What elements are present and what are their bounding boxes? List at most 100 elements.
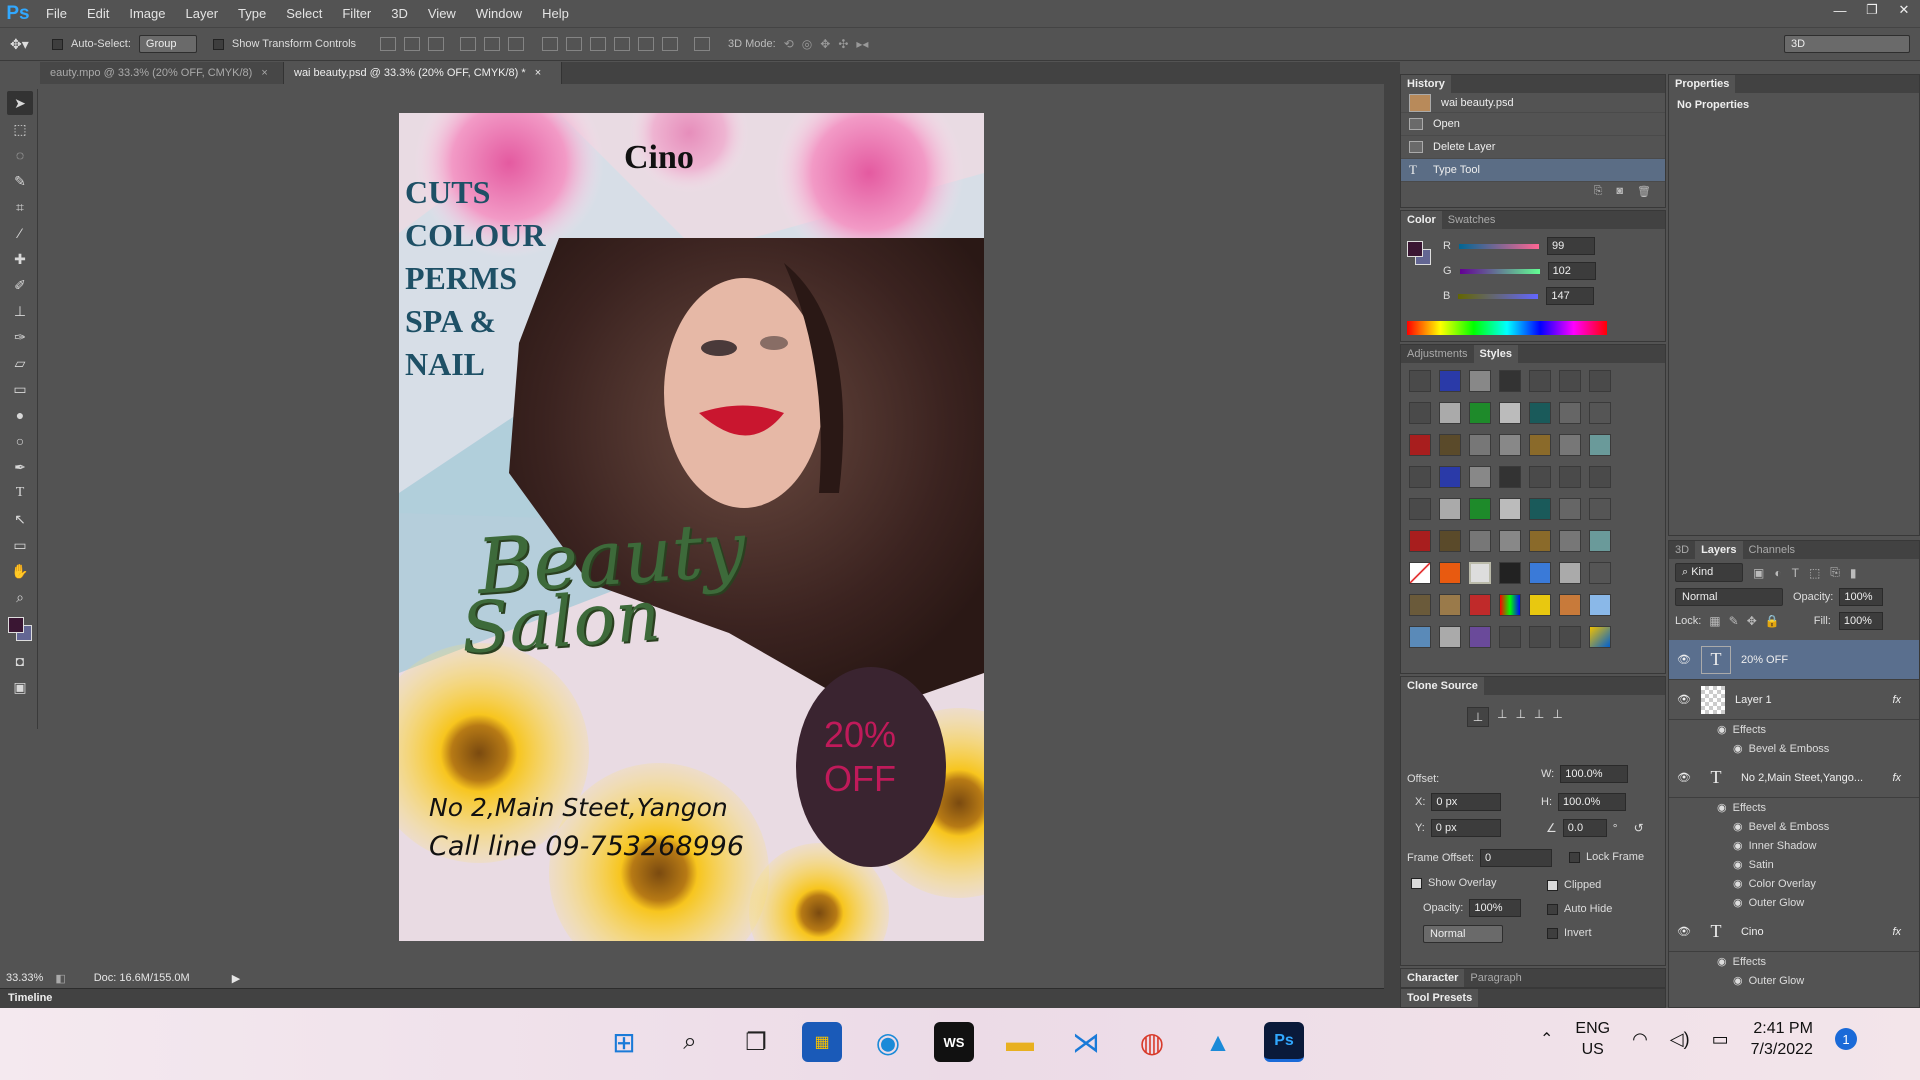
language-indicator[interactable]: ENG US xyxy=(1575,1018,1610,1060)
style-swatch[interactable] xyxy=(1499,530,1521,552)
lasso-tool-icon[interactable]: ◌ xyxy=(7,143,33,167)
style-swatch[interactable] xyxy=(1409,402,1431,424)
dodge-tool-icon[interactable]: ○ xyxy=(7,429,33,453)
style-swatch[interactable] xyxy=(1499,466,1521,488)
distribute-vcenter-icon[interactable] xyxy=(566,37,583,51)
lock-position-icon[interactable]: ✥ xyxy=(1747,614,1757,628)
menu-filter[interactable]: Filter xyxy=(332,0,381,27)
style-swatch[interactable] xyxy=(1559,530,1581,552)
auto-hide-checkbox[interactable] xyxy=(1547,903,1558,915)
search-icon[interactable]: ⌕ xyxy=(670,1022,710,1062)
clone-source-2-icon[interactable]: ⊥ xyxy=(1497,707,1507,727)
effect-item[interactable]: ◉ Bevel & Emboss xyxy=(1669,739,1919,758)
menu-view[interactable]: View xyxy=(418,0,466,27)
menu-file[interactable]: File xyxy=(36,0,77,27)
webstorm-icon[interactable]: WS xyxy=(934,1022,974,1062)
style-swatch[interactable] xyxy=(1499,594,1521,616)
visibility-eye-icon[interactable]: 👁 xyxy=(1677,653,1691,666)
style-swatch[interactable] xyxy=(1409,562,1431,584)
style-swatch[interactable] xyxy=(1499,498,1521,520)
effect-eye-icon[interactable]: ◉ xyxy=(1733,839,1743,852)
menu-type[interactable]: Type xyxy=(228,0,276,27)
invert-checkbox[interactable] xyxy=(1547,927,1558,939)
channel-value[interactable]: 102 xyxy=(1547,262,1596,280)
effect-item[interactable]: ◉ Inner Shadow xyxy=(1669,836,1919,855)
style-swatch[interactable] xyxy=(1469,370,1491,392)
tab-channels[interactable]: Channels xyxy=(1743,541,1801,559)
clone-source-1-icon[interactable]: ⊥ xyxy=(1467,707,1489,727)
style-swatch[interactable] xyxy=(1469,594,1491,616)
style-swatch[interactable] xyxy=(1439,402,1461,424)
filter-smart-object-icon[interactable]: ⎘ xyxy=(1830,565,1840,580)
history-item[interactable]: Delete Layer xyxy=(1401,136,1665,159)
tab-clone-source[interactable]: Clone Source xyxy=(1401,677,1484,695)
3d-scale-icon[interactable]: ▸◂ xyxy=(856,37,868,51)
style-swatch[interactable] xyxy=(1559,402,1581,424)
channel-slider[interactable] xyxy=(1458,243,1539,249)
start-icon[interactable]: ⊞ xyxy=(604,1022,644,1062)
style-swatch[interactable] xyxy=(1469,434,1491,456)
tab-styles[interactable]: Styles xyxy=(1473,345,1518,363)
style-swatch[interactable] xyxy=(1439,626,1461,648)
distribute-top-icon[interactable] xyxy=(542,37,559,51)
channel-value[interactable]: 147 xyxy=(1546,287,1595,305)
style-swatch[interactable] xyxy=(1529,402,1551,424)
channel-value[interactable]: 99 xyxy=(1546,237,1595,255)
auto-select-checkbox[interactable] xyxy=(52,38,63,50)
style-swatch[interactable] xyxy=(1409,370,1431,392)
overlay-opacity-field[interactable]: 100% xyxy=(1469,899,1522,917)
notification-badge[interactable]: 1 xyxy=(1834,1028,1857,1050)
style-swatch[interactable] xyxy=(1529,626,1551,648)
filter-type-icon[interactable]: T xyxy=(1792,566,1799,580)
style-swatch[interactable] xyxy=(1559,498,1581,520)
style-swatch[interactable] xyxy=(1409,434,1431,456)
menu-help[interactable]: Help xyxy=(532,0,579,27)
style-swatch[interactable] xyxy=(1439,530,1461,552)
style-swatch[interactable] xyxy=(1469,562,1491,584)
clipped-checkbox[interactable] xyxy=(1547,879,1558,891)
3d-slide-icon[interactable]: ✣ xyxy=(838,37,848,51)
effect-item[interactable]: ◉ Color Overlay xyxy=(1669,874,1919,893)
style-swatch[interactable] xyxy=(1499,402,1521,424)
style-swatch[interactable] xyxy=(1469,530,1491,552)
style-swatch[interactable] xyxy=(1439,466,1461,488)
tab-swatches[interactable]: Swatches xyxy=(1442,211,1502,229)
effect-eye-icon[interactable]: ◉ xyxy=(1733,820,1743,833)
auto-select-dropdown[interactable]: Group xyxy=(138,35,197,53)
close-icon[interactable]: ✕ xyxy=(1888,0,1920,20)
close-icon[interactable]: × xyxy=(261,67,267,79)
brush-tool-icon[interactable]: ✐ xyxy=(7,273,33,297)
layer-row[interactable]: 👁 T No 2,Main Steet,Yango... fx xyxy=(1669,758,1919,798)
tab-color[interactable]: Color xyxy=(1401,211,1442,229)
effect-item[interactable]: ◉ Outer Glow xyxy=(1669,893,1919,912)
effects-eye-icon[interactable]: ◉ xyxy=(1717,955,1727,968)
style-swatch[interactable] xyxy=(1409,466,1431,488)
style-swatch[interactable] xyxy=(1589,530,1611,552)
zoom-tool-icon[interactable]: ⌕ xyxy=(7,585,33,609)
effect-item[interactable]: ◉ Outer Glow xyxy=(1669,971,1919,990)
align-hcenter-icon[interactable] xyxy=(484,37,501,51)
lock-transparent-icon[interactable]: ▦ xyxy=(1709,614,1720,628)
color-spectrum-bar[interactable] xyxy=(1407,321,1607,335)
doc-tab-2[interactable]: wai beauty.psd @ 33.3% (20% OFF, CMYK/8)… xyxy=(284,62,562,84)
style-swatch[interactable] xyxy=(1499,434,1521,456)
new-document-icon[interactable]: ⎘ xyxy=(1594,185,1603,198)
foreground-color[interactable] xyxy=(8,617,24,633)
align-top-icon[interactable] xyxy=(380,37,397,51)
clone-source-5-icon[interactable]: ⊥ xyxy=(1552,707,1562,727)
style-swatch[interactable] xyxy=(1499,370,1521,392)
clock[interactable]: 2:41 PM 7/3/2022 xyxy=(1751,1018,1813,1060)
tab-character[interactable]: Character xyxy=(1401,969,1465,987)
layer-name[interactable]: Cino xyxy=(1741,926,1764,938)
style-swatch[interactable] xyxy=(1559,594,1581,616)
layer-row[interactable]: 👁 T 20% OFF xyxy=(1669,640,1919,680)
color-swatches[interactable] xyxy=(2,613,37,645)
effects-eye-icon[interactable]: ◉ xyxy=(1717,723,1727,736)
menu-image[interactable]: Image xyxy=(119,0,175,27)
style-swatch[interactable] xyxy=(1589,466,1611,488)
clone-source-3-icon[interactable]: ⊥ xyxy=(1515,707,1525,727)
menu-edit[interactable]: Edit xyxy=(77,0,119,27)
style-swatch[interactable] xyxy=(1559,434,1581,456)
style-swatch[interactable] xyxy=(1529,498,1551,520)
close-icon[interactable]: × xyxy=(535,67,541,79)
